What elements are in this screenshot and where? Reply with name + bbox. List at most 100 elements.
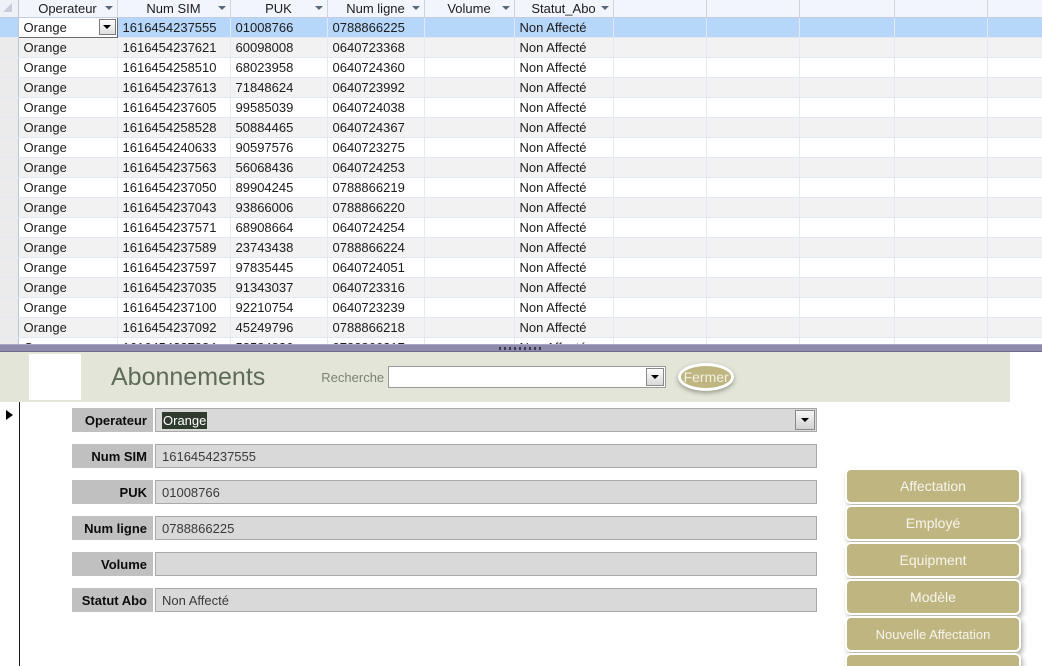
table-row[interactable]: Orange 1616454237563 56068436 0640724253 Non… [0, 157, 1042, 178]
records-table[interactable]: Operateur Num SIM PUK Num ligne Volume S… [0, 0, 1042, 344]
chevron-down-icon[interactable] [98, 18, 116, 35]
cell-num-sim[interactable]: 1616454258528 [117, 117, 231, 138]
command-button-affectation[interactable]: Affectation [845, 468, 1021, 504]
cell-num-sim[interactable]: 1616454237092 [117, 317, 231, 338]
close-button[interactable]: Fermer [678, 363, 735, 391]
cell-statut[interactable]: Non Affecté [514, 317, 614, 338]
table-row[interactable]: Orange 1616454237100 92210754 0640723239 Non… [0, 297, 1042, 318]
cell-puk[interactable]: 60098008 [230, 37, 328, 58]
table-row[interactable]: Orange 1616454258510 68023958 0640724360 Non… [0, 57, 1042, 78]
cell-statut[interactable]: Non Affecté [514, 117, 614, 138]
cell-num-sim[interactable]: 1616454237563 [117, 157, 231, 178]
cell-operateur[interactable]: Orange [18, 197, 118, 218]
cell-puk[interactable]: 58584836 [230, 337, 328, 344]
pane-splitter[interactable] [0, 344, 1042, 352]
row-selector[interactable] [0, 277, 19, 298]
cell-volume[interactable] [424, 77, 515, 98]
cell-statut[interactable]: Non Affecté [514, 277, 614, 298]
row-selector[interactable] [0, 117, 19, 138]
cell-puk[interactable]: 97835445 [230, 257, 328, 278]
cell-volume[interactable] [424, 277, 515, 298]
table-row[interactable]: Orange 1616454237597 97835445 0640724051 Non… [0, 257, 1042, 278]
row-selector[interactable] [0, 257, 19, 278]
table-row[interactable]: Orange 1616454258528 50884465 0640724367 Non… [0, 117, 1042, 138]
cell-num-sim[interactable]: 1616454237589 [117, 237, 231, 258]
cell-statut[interactable]: Non Affecté [514, 157, 614, 178]
row-selector[interactable] [0, 297, 19, 318]
cell-operateur[interactable]: Orange [18, 277, 118, 298]
column-header-operateur[interactable]: Operateur [18, 0, 118, 18]
cell-num-ligne[interactable]: 0788866218 [327, 317, 425, 338]
cell-volume[interactable] [424, 37, 515, 58]
row-selector[interactable] [0, 337, 19, 344]
command-button-equipment[interactable]: Equipment [845, 542, 1021, 578]
cell-statut[interactable]: Non Affecté [514, 237, 614, 258]
chevron-down-icon[interactable] [104, 6, 113, 11]
cell-volume[interactable] [424, 197, 515, 218]
table-row[interactable]: Orange 1616454240633 90597576 0640723275 Non… [0, 137, 1042, 158]
cell-volume[interactable] [424, 217, 515, 238]
cell-statut[interactable]: Non Affecté [514, 177, 614, 198]
cell-volume[interactable] [424, 17, 515, 38]
cell-puk[interactable]: 91343037 [230, 277, 328, 298]
field-input-num-sim[interactable]: 1616454237555 [155, 444, 817, 468]
select-all-header[interactable] [0, 0, 19, 18]
table-row[interactable]: Orange 1616454237621 60098008 0640723368 Non… [0, 37, 1042, 58]
cell-puk[interactable]: 50884465 [230, 117, 328, 138]
table-row[interactable]: Orange 1616454237043 93866006 0788866220 Non… [0, 197, 1042, 218]
column-header-num-ligne[interactable]: Num ligne [327, 0, 425, 18]
cell-num-ligne[interactable]: 0640723239 [327, 297, 425, 318]
cell-volume[interactable] [424, 137, 515, 158]
chevron-down-icon[interactable] [314, 6, 323, 11]
chevron-down-icon[interactable] [501, 6, 510, 11]
cell-puk[interactable]: 01008766 [230, 17, 328, 38]
table-row[interactable]: Orange 1616454237050 89904245 0788866219 Non… [0, 177, 1042, 198]
cell-volume[interactable] [424, 177, 515, 198]
row-selector[interactable] [0, 57, 19, 78]
column-header-volume[interactable]: Volume [424, 0, 515, 18]
cell-num-sim[interactable]: 1616454237597 [117, 257, 231, 278]
column-header-statut-abo[interactable]: Statut_Abo [514, 0, 614, 18]
cell-operateur[interactable]: Orange [18, 37, 118, 58]
cell-puk[interactable]: 56068436 [230, 157, 328, 178]
cell-operateur[interactable]: Orange [18, 337, 118, 344]
cell-num-ligne[interactable]: 0640724254 [327, 217, 425, 238]
table-row[interactable]: Orange 1616454237571 68908664 0640724254 Non… [0, 217, 1042, 238]
cell-num-ligne[interactable]: 0640723275 [327, 137, 425, 158]
cell-puk[interactable]: 23743438 [230, 237, 328, 258]
cell-num-ligne[interactable]: 0640724038 [327, 97, 425, 118]
cell-puk[interactable]: 89904245 [230, 177, 328, 198]
cell-num-sim[interactable]: 1616454258510 [117, 57, 231, 78]
column-header-num-sim[interactable]: Num SIM [117, 0, 231, 18]
row-selector[interactable] [0, 77, 19, 98]
cell-num-sim[interactable]: 1616454237555 [117, 17, 231, 38]
cell-statut[interactable]: Non Affecté [514, 257, 614, 278]
cell-statut[interactable]: Non Affecté [514, 297, 614, 318]
cell-puk[interactable]: 92210754 [230, 297, 328, 318]
cell-puk[interactable]: 45249796 [230, 317, 328, 338]
row-selector[interactable] [0, 237, 19, 258]
cell-statut[interactable]: Non Affecté [514, 17, 614, 38]
search-combobox[interactable] [388, 366, 667, 388]
cell-operateur[interactable]: Orange [18, 177, 118, 198]
cell-num-ligne[interactable]: 0640724367 [327, 117, 425, 138]
cell-operateur[interactable]: Orange [18, 317, 118, 338]
cell-volume[interactable] [424, 57, 515, 78]
table-row[interactable]: Orange 1616454237555 01008766 0788866225 Non… [0, 16, 1042, 38]
chevron-down-icon[interactable] [646, 368, 665, 386]
table-row[interactable]: Orange1616454237084585848360788866217 Non… [0, 337, 1042, 344]
cell-statut[interactable]: Non Affecté [514, 97, 614, 118]
cell-num-sim[interactable]: 1616454237613 [117, 77, 231, 98]
splitter-grip-icon[interactable] [499, 347, 543, 350]
cell-num-sim[interactable]: 1616454237084 [117, 337, 231, 344]
cell-volume[interactable] [424, 97, 515, 118]
cell-num-sim[interactable]: 1616454237035 [117, 277, 231, 298]
cell-num-ligne[interactable]: 0788866217 [327, 337, 425, 344]
cell-num-sim[interactable]: 1616454237571 [117, 217, 231, 238]
cell-puk[interactable]: 99585039 [230, 97, 328, 118]
cell-num-ligne[interactable]: 0640723316 [327, 277, 425, 298]
cell-num-ligne[interactable]: 0788866224 [327, 237, 425, 258]
cell-operateur[interactable]: Orange [18, 257, 118, 278]
cell-statut[interactable]: Non Affecté [514, 137, 614, 158]
cell-num-ligne[interactable]: 0788866225 [327, 17, 425, 38]
